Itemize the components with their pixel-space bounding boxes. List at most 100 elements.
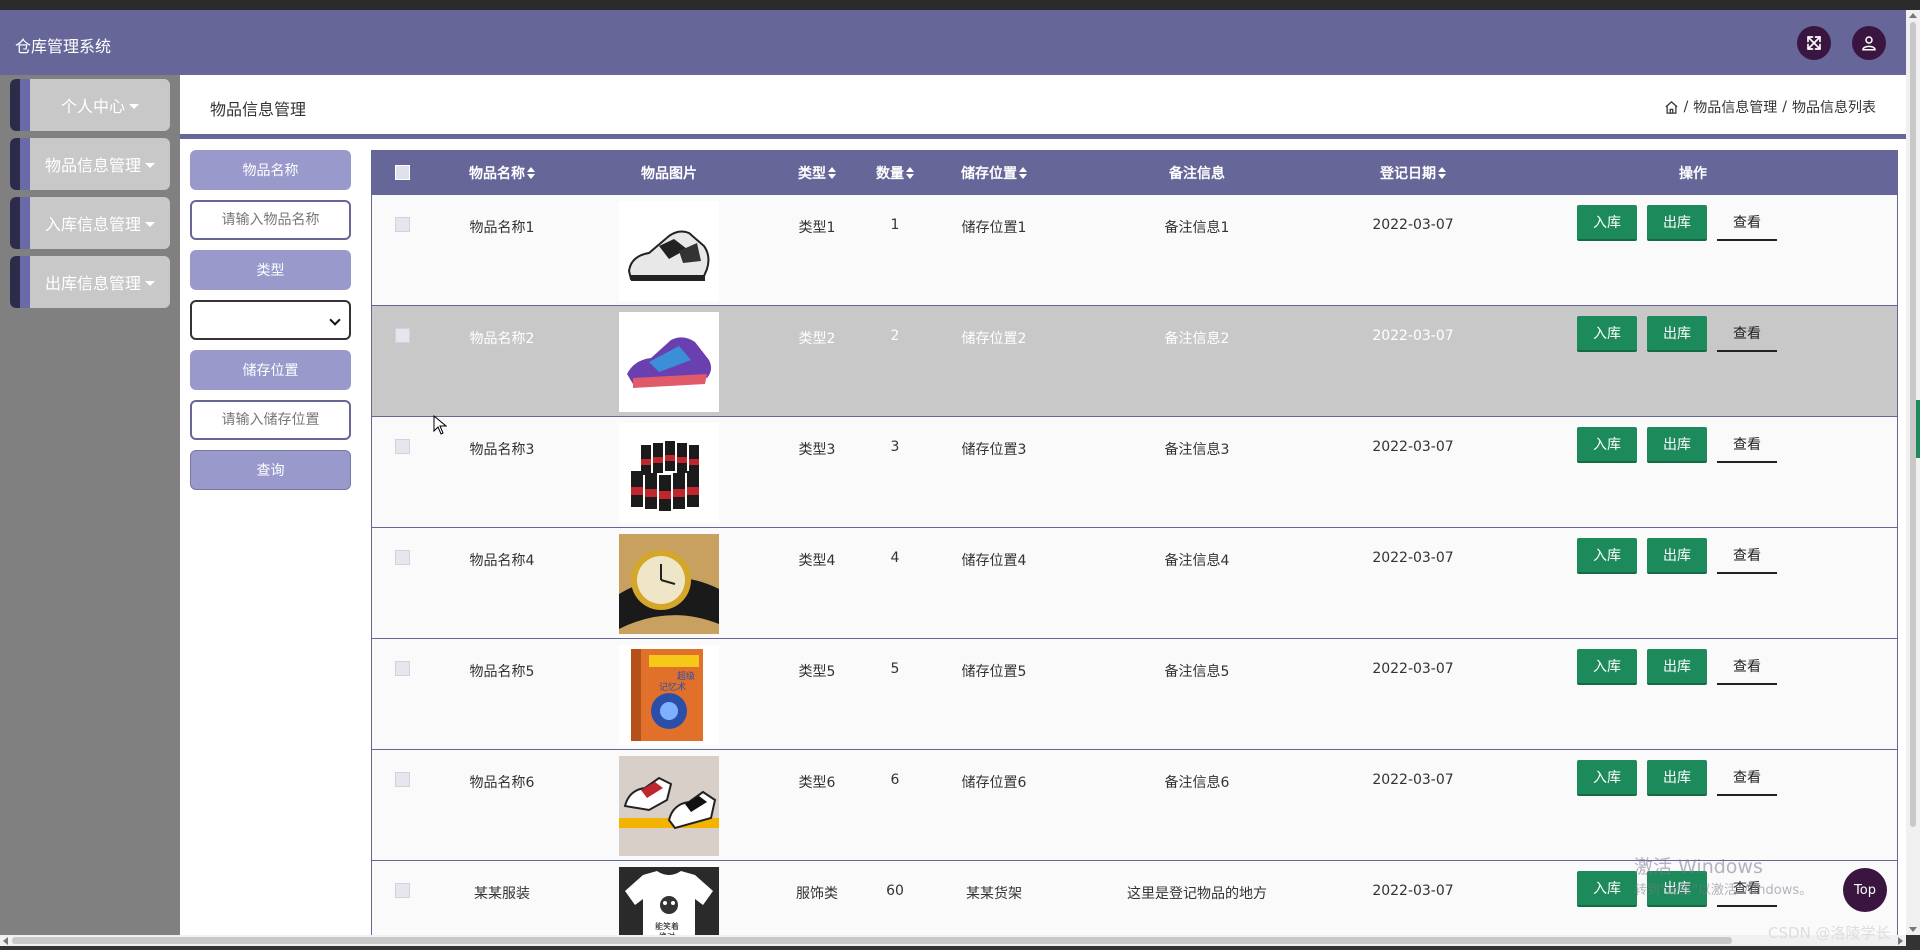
row-checkbox[interactable] (395, 217, 410, 232)
scroll-left-icon[interactable] (3, 937, 8, 945)
user-icon (1862, 36, 1876, 51)
goods-image[interactable] (619, 201, 719, 301)
location-label: 储存位置 (190, 350, 351, 390)
mouse-cursor-icon (433, 415, 447, 435)
inbound-button[interactable]: 入库 (1577, 538, 1637, 574)
caret-down-icon (129, 103, 139, 109)
cell-date: 2022-03-07 (1372, 328, 1454, 344)
location-search-input[interactable] (192, 402, 349, 438)
goods-image[interactable]: 超级 记忆术 (619, 645, 719, 745)
cell-type: 服饰类 (796, 886, 838, 902)
home-icon[interactable] (1664, 100, 1679, 115)
goods-image[interactable] (619, 534, 719, 634)
inbound-button[interactable]: 入库 (1577, 871, 1637, 907)
row-checkbox[interactable] (395, 328, 410, 343)
view-button[interactable]: 查看 (1717, 427, 1777, 463)
table-row[interactable]: 物品名称4 类型4 4 储存位置4 备注信息4 2022-03-07 入库 出库… (372, 528, 1897, 639)
cell-name: 某某服装 (474, 886, 530, 902)
fullscreen-button[interactable] (1797, 26, 1831, 60)
sort-icon (1438, 166, 1446, 179)
table-row[interactable]: 物品名称6 类型6 6 储存位置6 备注信息6 2022-03-07 入库 出库… (372, 750, 1897, 861)
row-checkbox[interactable] (395, 439, 410, 454)
inbound-button[interactable]: 入库 (1577, 205, 1637, 241)
outbound-button[interactable]: 出库 (1647, 205, 1707, 241)
sidebar-item-inbound[interactable]: 入库信息管理 (10, 197, 170, 249)
inbound-button[interactable]: 入库 (1577, 427, 1637, 463)
goods-image[interactable] (619, 312, 719, 412)
name-search-input[interactable] (192, 202, 349, 238)
table-body: 物品名称1 类型1 1 储存位置1 备注信息1 2022-03-07 入库 出库… (372, 195, 1897, 935)
sidebar-item-profile[interactable]: 个人中心 (10, 79, 170, 131)
cell-type: 类型6 (798, 775, 836, 791)
back-to-top-button[interactable]: Top (1843, 868, 1887, 912)
outbound-button[interactable]: 出库 (1647, 538, 1707, 574)
sidebar-item-outbound[interactable]: 出库信息管理 (10, 256, 170, 308)
cell-name: 物品名称6 (469, 775, 535, 791)
scroll-up-icon[interactable] (1909, 13, 1917, 18)
vertical-scrollbar[interactable] (1906, 10, 1920, 935)
app-title: 仓库管理系统 (15, 37, 112, 56)
row-checkbox[interactable] (395, 883, 410, 898)
inbound-button[interactable]: 入库 (1577, 760, 1637, 796)
view-button[interactable]: 查看 (1717, 316, 1777, 352)
table-row[interactable]: 物品名称3 类型3 3 储存位置3 备注信息3 2022-03-07 入库 出库… (372, 417, 1897, 528)
view-button[interactable]: 查看 (1717, 205, 1777, 241)
cell-date: 2022-03-07 (1372, 217, 1454, 233)
sort-icon (1019, 166, 1027, 179)
search-button[interactable]: 查询 (190, 450, 351, 490)
scroll-right-icon[interactable] (1898, 937, 1903, 945)
row-checkbox[interactable] (395, 550, 410, 565)
book-cover-title: 超级 (677, 670, 695, 682)
goods-table: 物品名称 物品图片 类型 数量 储存位置 备注信息 登记日期 操作 物品名称1 … (371, 150, 1898, 935)
cell-date: 2022-03-07 (1372, 661, 1454, 677)
type-select[interactable] (190, 300, 351, 340)
table-row[interactable]: 物品名称1 类型1 1 储存位置1 备注信息1 2022-03-07 入库 出库… (372, 195, 1897, 306)
sidebar-item-label: 入库信息管理 (44, 215, 141, 234)
expand-icon (1807, 36, 1821, 50)
column-header-qty[interactable]: 数量 (876, 150, 914, 195)
column-header-name[interactable]: 物品名称 (469, 150, 535, 195)
cell-date: 2022-03-07 (1372, 772, 1454, 788)
view-button[interactable]: 查看 (1717, 538, 1777, 574)
view-button[interactable]: 查看 (1717, 649, 1777, 685)
outbound-button[interactable]: 出库 (1647, 427, 1707, 463)
name-label: 物品名称 (190, 150, 351, 190)
goods-image[interactable]: 能笑着绝对别哭 (619, 867, 719, 935)
credit-watermark: CSDN @洛陵学长 (1768, 924, 1891, 942)
table-header: 物品名称 物品图片 类型 数量 储存位置 备注信息 登记日期 操作 (372, 150, 1897, 195)
windows-activation-hint: 转到"设置"以激活 Windows。 (1634, 883, 1813, 898)
column-header-location[interactable]: 储存位置 (961, 150, 1027, 195)
scroll-marker (1916, 400, 1920, 458)
view-button[interactable]: 查看 (1717, 760, 1777, 796)
outbound-button[interactable]: 出库 (1647, 760, 1707, 796)
inbound-button[interactable]: 入库 (1577, 649, 1637, 685)
sidebar-item-goods[interactable]: 物品信息管理 (10, 138, 170, 190)
cell-location: 储存位置5 (961, 664, 1027, 680)
book-cover-subtitle: 记忆术 (659, 681, 686, 693)
column-header-date[interactable]: 登记日期 (1380, 150, 1446, 195)
user-menu-button[interactable] (1852, 26, 1886, 60)
scroll-down-icon[interactable] (1909, 927, 1917, 932)
horizontal-scrollbar[interactable] (0, 935, 1906, 946)
outbound-button[interactable]: 出库 (1647, 649, 1707, 685)
scrollbar-thumb[interactable] (12, 937, 1732, 944)
cell-qty: 60 (886, 883, 904, 899)
outbound-button[interactable]: 出库 (1647, 316, 1707, 352)
cell-date: 2022-03-07 (1372, 550, 1454, 566)
cell-remark: 备注信息3 (1164, 442, 1230, 458)
select-all-checkbox[interactable] (395, 165, 410, 180)
row-checkbox[interactable] (395, 772, 410, 787)
row-checkbox[interactable] (395, 661, 410, 676)
table-row[interactable]: 物品名称2 类型2 2 储存位置2 备注信息2 2022-03-07 入库 出库… (372, 306, 1897, 417)
goods-image[interactable] (619, 423, 719, 523)
sidebar-accent (10, 138, 20, 190)
table-row[interactable]: 物品名称5 超级 记忆术 类型5 5 储存位置5 备注信息5 2022-03-07… (372, 639, 1897, 750)
cell-remark: 这里是登记物品的地方 (1127, 886, 1267, 902)
inbound-button[interactable]: 入库 (1577, 316, 1637, 352)
column-header-type[interactable]: 类型 (798, 150, 836, 195)
breadcrumb-item[interactable]: 物品信息管理 (1693, 97, 1777, 117)
goods-image[interactable] (619, 756, 719, 856)
sidebar-accent (20, 197, 30, 249)
cell-qty: 4 (890, 550, 900, 566)
chevron-down-icon (329, 314, 341, 326)
